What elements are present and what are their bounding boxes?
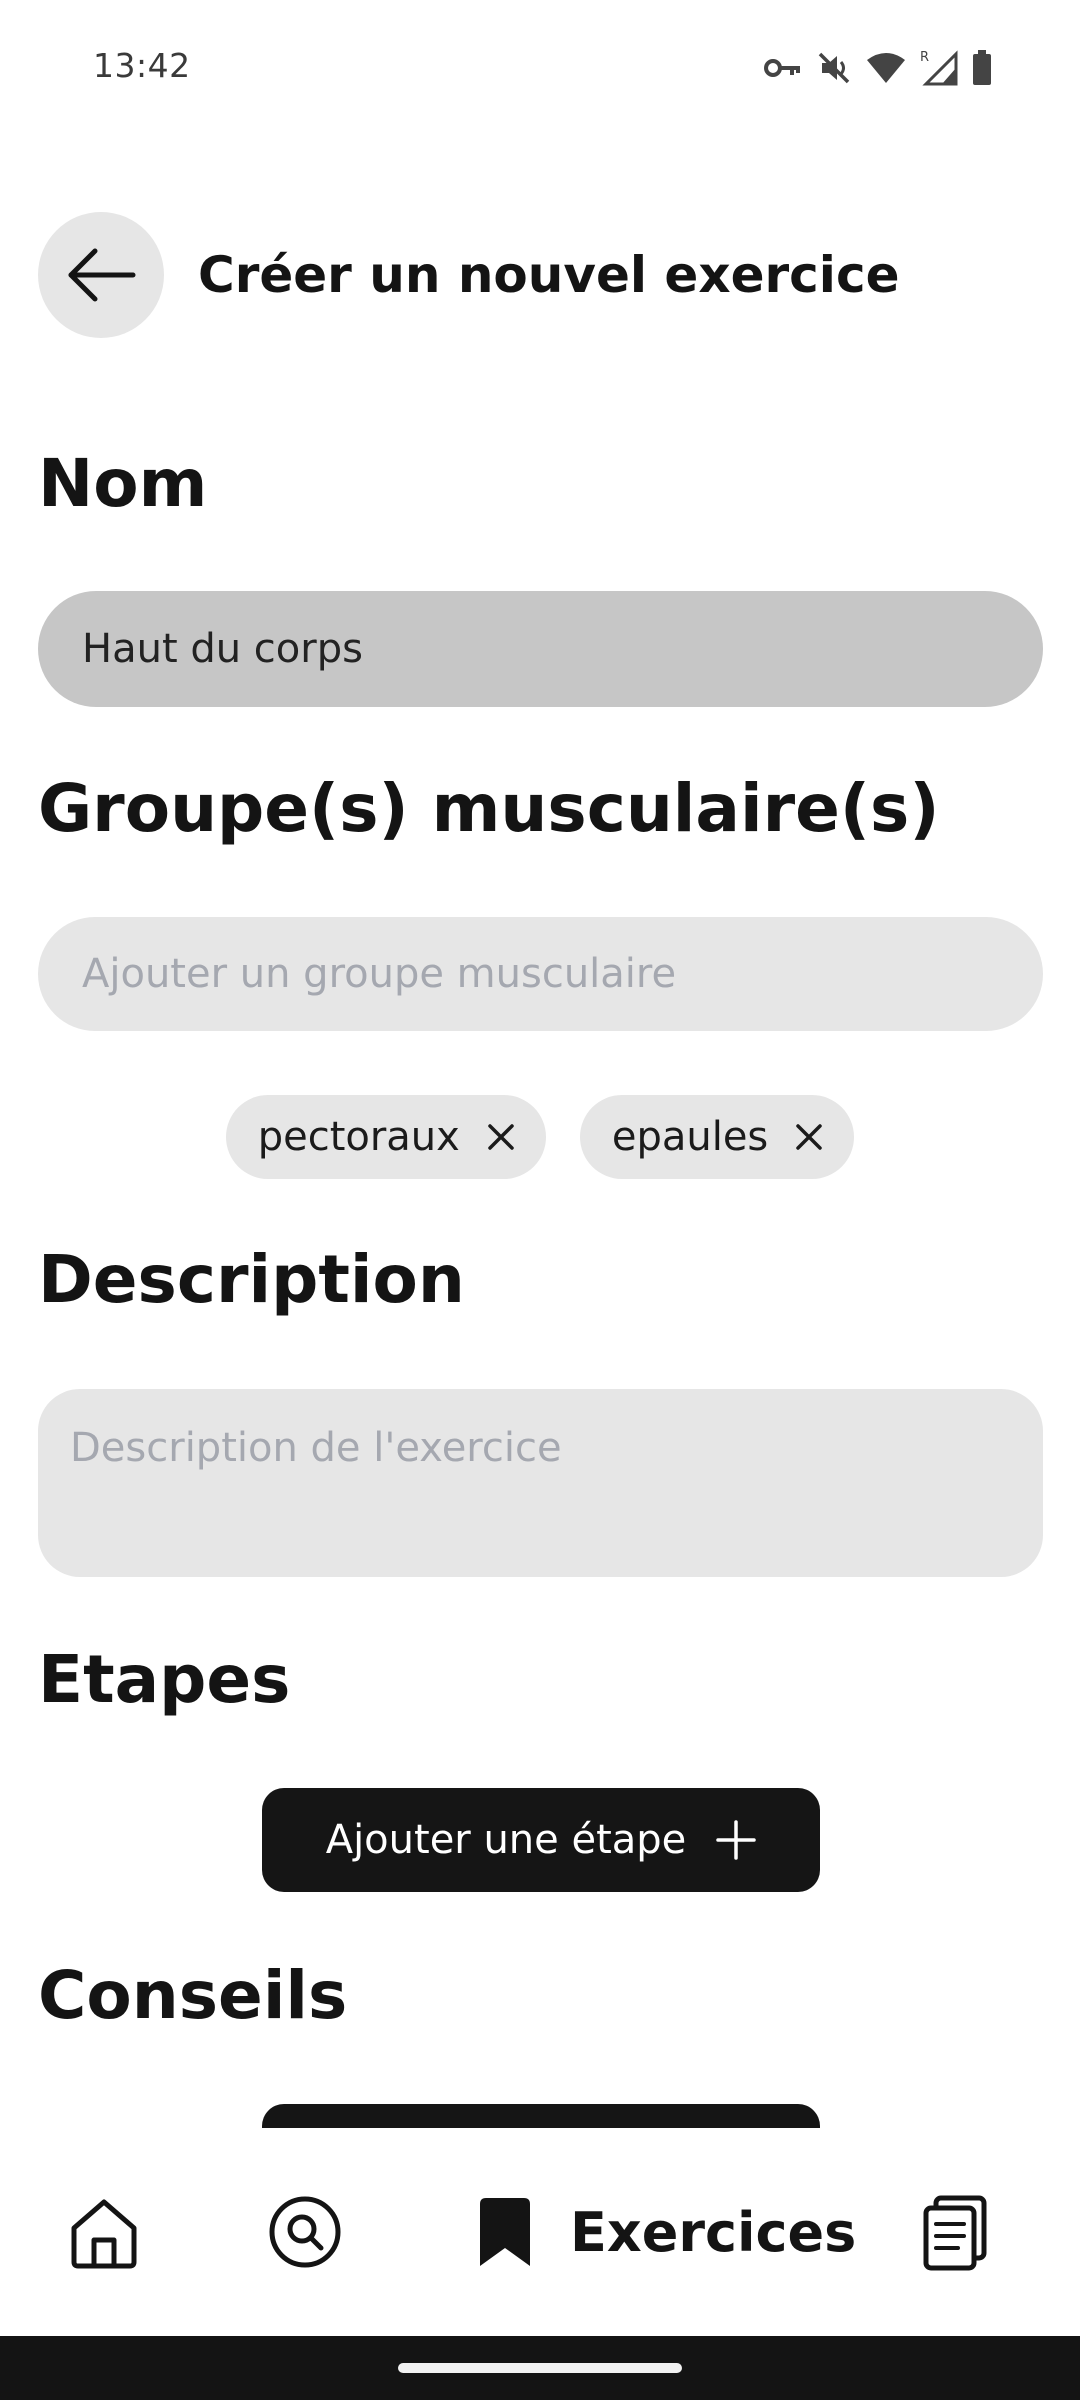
home-icon — [71, 2199, 137, 2269]
arrow-left-icon — [68, 248, 136, 302]
description-textarea[interactable] — [38, 1389, 1043, 1577]
header: Créer un nouvel exercice — [38, 212, 900, 338]
description-label: Description — [38, 1241, 465, 1318]
chip-label: pectoraux — [257, 1114, 460, 1160]
muscle-groups-label: Groupe(s) musculaire(s) — [38, 770, 940, 847]
home-indicator[interactable] — [398, 2363, 682, 2373]
page-title: Créer un nouvel exercice — [198, 246, 900, 304]
search-icon — [269, 2196, 341, 2268]
chip-remove-button[interactable] — [796, 1124, 823, 1150]
chip-remove-button[interactable] — [488, 1124, 514, 1150]
add-step-button[interactable]: Ajouter une étape — [262, 1788, 820, 1892]
close-icon — [796, 1124, 823, 1150]
bottom-nav: Exercices — [0, 2128, 1080, 2336]
plus-icon — [716, 1820, 757, 1860]
mute-icon — [818, 52, 850, 84]
nav-item-home[interactable] — [66, 2128, 142, 2336]
muscle-group-input[interactable] — [38, 917, 1043, 1031]
vpn-key-icon — [764, 59, 800, 77]
tips-label: Conseils — [38, 1957, 348, 2034]
nav-item-workouts[interactable] — [922, 2128, 990, 2336]
name-label: Nom — [38, 445, 208, 522]
back-button[interactable] — [38, 212, 164, 338]
chip-label: epaules — [611, 1114, 769, 1160]
nav-item-exercices[interactable]: Exercices — [474, 2128, 856, 2336]
muscle-group-chips: pectoraux epaules — [0, 1095, 1080, 1179]
close-icon — [488, 1124, 514, 1150]
wifi-icon — [867, 53, 905, 83]
name-input[interactable] — [38, 591, 1043, 707]
status-icons: R — [764, 46, 992, 90]
bookmark-icon — [480, 2198, 530, 2266]
add-step-label: Ajouter une étape — [325, 1817, 687, 1863]
system-nav-bar — [0, 2336, 1080, 2400]
add-tip-button[interactable] — [262, 2104, 820, 2128]
clipboard-icon — [923, 2195, 987, 2271]
battery-icon — [973, 50, 991, 85]
chip-epaules: epaules — [579, 1095, 855, 1179]
status-bar: 13:42 R — [0, 0, 1080, 134]
steps-label: Etapes — [38, 1641, 291, 1718]
svg-text:R: R — [920, 50, 929, 65]
signal-icon: R — [920, 50, 958, 86]
nav-item-search[interactable] — [268, 2128, 342, 2336]
status-time: 13:42 — [93, 46, 191, 85]
chip-pectoraux: pectoraux — [225, 1095, 546, 1179]
nav-label-exercices: Exercices — [570, 2200, 857, 2264]
